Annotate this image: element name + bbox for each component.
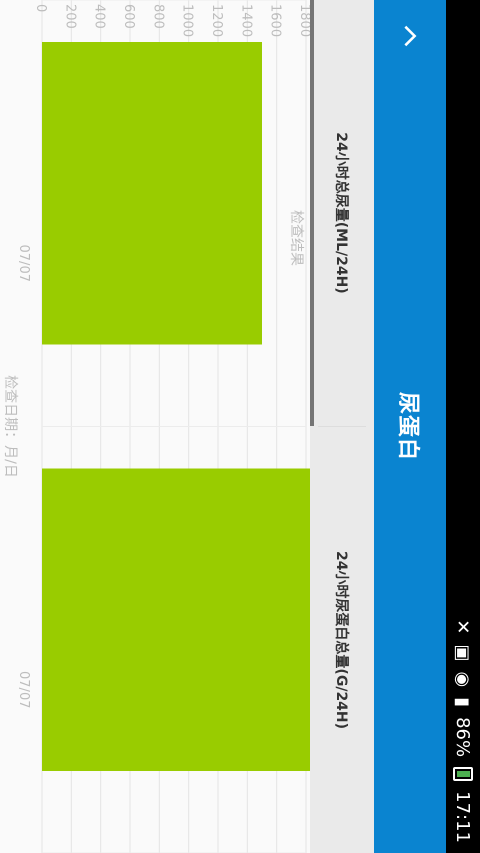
y-tick-label: 1200 [209, 4, 224, 37]
status-bar: ✕ ▣ ◉ ▮ 86% 17:11 [446, 0, 480, 853]
y-tick-label: 400 [92, 4, 107, 29]
chevron-up-icon [404, 25, 417, 47]
y-tick-label: 1000 [180, 4, 195, 37]
tab-label: 24小时总尿量(ML/24H) [333, 132, 349, 294]
alarm-icon: ✕ [452, 619, 474, 635]
y-tick-label: 1800 [297, 4, 310, 37]
chart-svg: 0 200 400 600 800 1000 1200 1400 1600 1800 07/07 07… [2, 0, 333, 853]
x-tick-label: 07/07 [16, 245, 31, 282]
y-axis-title: 检查结果 [288, 210, 304, 266]
y-tick-label: 200 [62, 4, 77, 29]
wifi-icon: ◉ [452, 671, 474, 688]
y-tick-label: 1400 [238, 4, 253, 37]
tab-urine-protein[interactable]: 24小时尿蛋白总量(G/24H) [310, 427, 374, 853]
clock: 17:11 [452, 791, 474, 843]
y-tick-label: 600 [121, 4, 136, 29]
x-axis-title: 检查日期：月/日 [2, 375, 18, 478]
page-title: 尿蛋白 [395, 391, 420, 461]
tab-total-urine[interactable]: 24小时总尿量(ML/24H) [310, 0, 374, 426]
y-tick-label: 0 [33, 4, 48, 12]
app-bar: 尿蛋白 [374, 0, 446, 853]
tab-label: 24小时尿蛋白总量(G/24H) [333, 550, 349, 730]
y-tick-label: 1600 [268, 4, 283, 37]
signal-icon: ▮ [452, 697, 474, 708]
sim-icon: ▣ [452, 644, 474, 662]
bar-chart: 0 200 400 600 800 1000 1200 1400 1600 1800 07/07 07… [0, 0, 333, 853]
bar [42, 468, 333, 771]
back-button[interactable] [374, 0, 446, 72]
y-tick-label: 800 [150, 4, 165, 29]
x-tick-label: 07/07 [16, 671, 31, 708]
battery-icon [453, 767, 473, 782]
battery-percent: 86% [452, 717, 474, 758]
bar [42, 42, 262, 345]
tab-bar: 24小时总尿量(ML/24H) 24小时尿蛋白总量(G/24H) [310, 0, 374, 853]
app-screen: ✕ ▣ ◉ ▮ 86% 17:11 尿蛋白 24小时总尿量(ML/24H) 24… [0, 0, 480, 853]
